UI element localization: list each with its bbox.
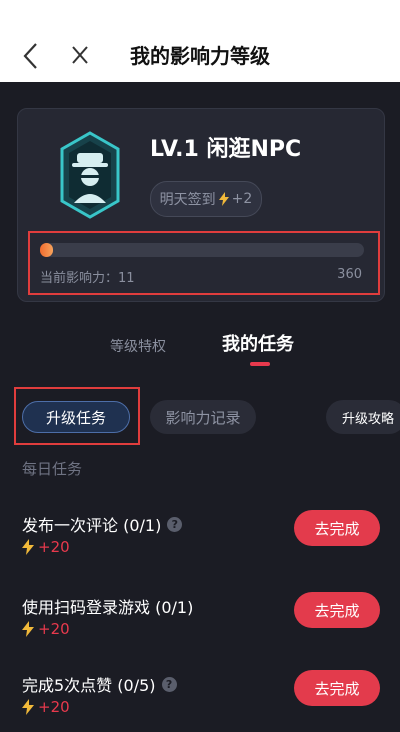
- progress-track: [40, 243, 364, 257]
- reward-value: +20: [38, 698, 70, 716]
- npc-avatar-badge-icon: [60, 131, 120, 219]
- task-item: 使用扫码登录游戏 (0/1) +20 去完成: [0, 592, 400, 654]
- lightning-icon: [218, 192, 229, 206]
- top-nav-bar: 我的影响力等级: [0, 0, 400, 82]
- upgrade-tab-highlight: 升级任务: [14, 387, 140, 445]
- complete-task-button[interactable]: 去完成: [294, 510, 380, 546]
- max-influence: 360: [337, 267, 362, 282]
- task-name: 完成5次点赞 (0/5): [22, 676, 156, 695]
- sign-bonus: +2: [231, 191, 253, 207]
- task-reward: +20: [22, 620, 70, 638]
- task-name-row: 发布一次评论 (0/1) ?: [22, 512, 183, 536]
- help-icon[interactable]: ?: [167, 516, 183, 532]
- lightning-icon: [22, 539, 34, 555]
- sign-label: 明天签到: [159, 192, 216, 208]
- tab-my-tasks[interactable]: 我的任务: [222, 330, 294, 356]
- task-name: 发布一次评论 (0/1): [22, 516, 162, 535]
- lightning-icon: [22, 621, 34, 637]
- subtab-influence-records[interactable]: 影响力记录: [150, 400, 256, 434]
- sign-in-reward-badge[interactable]: 明天签到 +2: [150, 181, 262, 217]
- subtab-upgrade-tasks[interactable]: 升级任务: [22, 401, 130, 433]
- task-reward: +20: [22, 538, 70, 556]
- subtab-upgrade-guide[interactable]: 升级攻略: [326, 400, 400, 434]
- tab-level-privileges[interactable]: 等级特权: [110, 336, 166, 356]
- influence-progress-section: 当前影响力：11 360: [28, 231, 380, 295]
- progress-fill: [40, 243, 53, 257]
- task-reward: +20: [22, 698, 70, 716]
- current-influence: 当前影响力：11: [40, 271, 135, 286]
- help-icon[interactable]: ?: [161, 676, 177, 692]
- section-daily-tasks: 每日任务: [22, 460, 83, 478]
- complete-task-button[interactable]: 去完成: [294, 592, 380, 628]
- lightning-icon: [22, 699, 34, 715]
- reward-value: +20: [38, 620, 70, 638]
- active-tab-indicator: [250, 362, 270, 366]
- level-title: LV.1 闲逛NPC: [150, 137, 302, 162]
- page-title: 我的影响力等级: [130, 44, 270, 68]
- task-name: 使用扫码登录游戏 (0/1): [22, 598, 194, 617]
- task-item: 发布一次评论 (0/1) ? +20 去完成: [0, 510, 400, 572]
- reward-value: +20: [38, 538, 70, 556]
- task-item: 完成5次点赞 (0/5) ? +20 去完成: [0, 670, 400, 732]
- task-name-row: 完成5次点赞 (0/5) ?: [22, 672, 177, 696]
- level-card: LV.1 闲逛NPC 明天签到 +2 当前影响力：11 360: [17, 108, 385, 302]
- task-name-row: 使用扫码登录游戏 (0/1): [22, 594, 193, 618]
- complete-task-button[interactable]: 去完成: [294, 670, 380, 706]
